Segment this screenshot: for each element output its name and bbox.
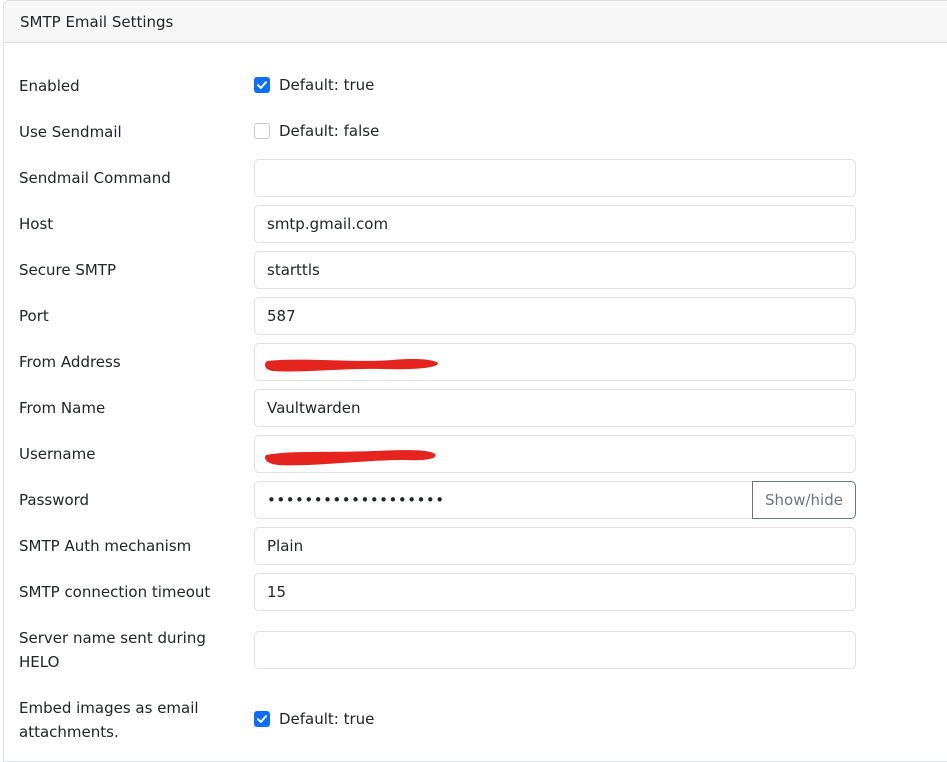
embed-images-checkbox[interactable] [254, 711, 270, 727]
show-hide-password-button[interactable]: Show/hide [752, 481, 856, 519]
embed-images-checkbox-group[interactable]: Default: true [254, 707, 374, 731]
embed-images-label: Embed images as email attachments. [19, 696, 234, 744]
helo-name-label-line1: Server name sent during [19, 629, 206, 647]
enabled-checkbox[interactable] [254, 77, 270, 93]
enabled-label: Enabled [19, 77, 80, 95]
password-input[interactable]: ••••••••••••••••••• [254, 481, 753, 519]
from-name-input[interactable]: Vaultwarden [254, 389, 856, 427]
embed-images-label-line2: attachments. [19, 723, 119, 741]
from-name-label: From Name [19, 399, 106, 417]
from-address-input[interactable] [254, 343, 856, 381]
enabled-checkbox-group[interactable]: Default: true [254, 73, 374, 97]
password-label: Password [19, 491, 90, 509]
auth-mechanism-label: SMTP Auth mechanism [19, 537, 192, 555]
timeout-label: SMTP connection timeout [19, 583, 211, 601]
use-sendmail-default-text: Default: false [279, 122, 380, 140]
port-label: Port [19, 307, 49, 325]
embed-images-default-text: Default: true [279, 710, 375, 728]
card-header: SMTP Email Settings [4, 1, 947, 43]
use-sendmail-label: Use Sendmail [19, 123, 122, 141]
check-icon [257, 81, 267, 89]
secure-smtp-label: Secure SMTP [19, 261, 117, 279]
username-input[interactable] [254, 435, 856, 473]
sendmail-command-input[interactable] [254, 159, 856, 197]
secure-smtp-input[interactable]: starttls [254, 251, 856, 289]
redaction-mark [265, 450, 436, 466]
enabled-default-text: Default: true [279, 76, 375, 94]
use-sendmail-checkbox-group[interactable]: Default: false [254, 119, 379, 143]
host-input[interactable]: smtp.gmail.com [254, 205, 856, 243]
helo-name-label-line2: HELO [19, 653, 60, 671]
port-input[interactable]: 587 [254, 297, 856, 335]
auth-mechanism-input[interactable]: Plain [254, 527, 856, 565]
sendmail-command-label: Sendmail Command [19, 169, 171, 187]
helo-name-label: Server name sent during HELO [19, 626, 234, 674]
helo-name-input[interactable] [254, 631, 856, 669]
check-icon [257, 715, 267, 723]
embed-images-label-line1: Embed images as email [19, 699, 199, 717]
use-sendmail-checkbox[interactable] [254, 123, 270, 139]
redaction-mark [265, 359, 439, 372]
username-label: Username [19, 445, 96, 463]
from-address-label: From Address [19, 353, 121, 371]
timeout-input[interactable]: 15 [254, 573, 856, 611]
host-label: Host [19, 215, 54, 233]
